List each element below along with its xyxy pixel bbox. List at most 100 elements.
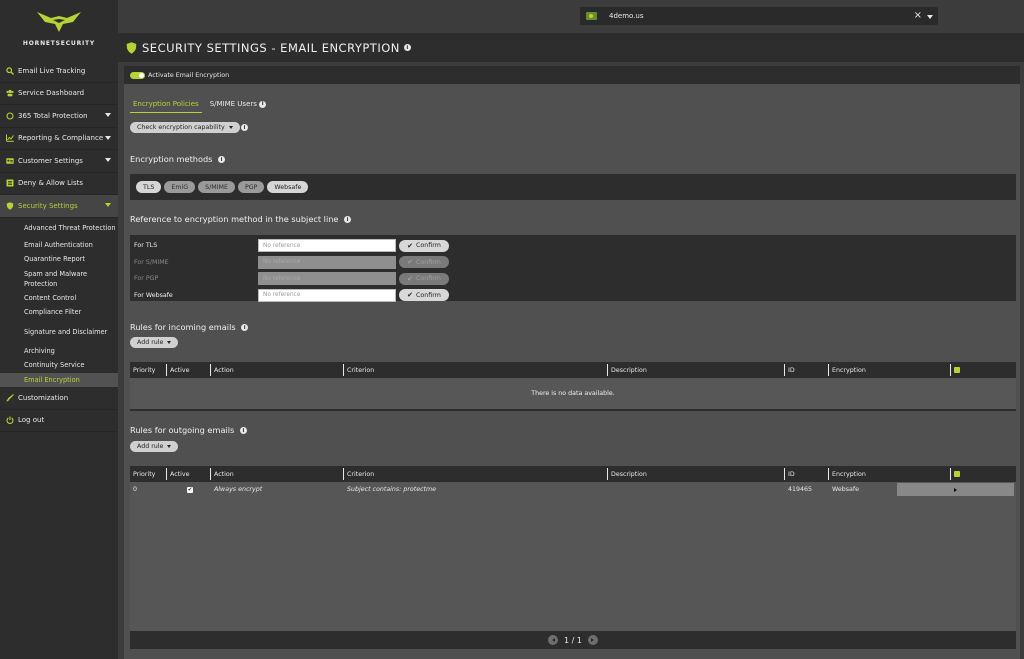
subject-input-tls[interactable]: No reference — [258, 239, 396, 252]
confirm-label: Confirm — [416, 242, 441, 249]
submenu-item-compliance-filter[interactable]: Compliance Filter — [0, 305, 118, 320]
table-settings-icon[interactable] — [954, 367, 960, 373]
subject-row-smime: For S/MIME No reference ✔ Confirm — [134, 255, 464, 269]
column-header-id[interactable]: ID — [785, 364, 829, 376]
info-icon[interactable]: i — [239, 427, 247, 434]
column-header-priority[interactable]: Priority — [130, 364, 167, 376]
submenu-item-content-control[interactable]: Content Control — [0, 291, 118, 306]
sidebar-item-label: Email Live Tracking — [18, 66, 86, 75]
active-checkbox[interactable]: ✔ — [187, 486, 193, 493]
method-chip-smime[interactable]: S/MIME — [198, 181, 235, 193]
subject-input-smime[interactable]: No reference — [258, 255, 396, 269]
submenu-item-continuity-service[interactable]: Continuity Service — [0, 358, 118, 373]
page-title: SECURITY SETTINGS - EMAIL ENCRYPTION — [142, 40, 400, 55]
outgoing-rules-title: Rules for outgoing emails i — [130, 425, 247, 435]
circle-icon — [6, 112, 14, 120]
row-expand-button[interactable] — [897, 483, 1014, 496]
top-bar: 4demo.us × — [118, 0, 1024, 33]
sidebar: HORNETSECURITY Email Live Tracking Servi… — [0, 0, 118, 659]
hornetsecurity-logo[interactable]: HORNETSECURITY — [0, 0, 118, 60]
column-settings[interactable] — [951, 364, 991, 376]
chevron-down-icon[interactable] — [105, 113, 111, 117]
table-header: Priority Active Action Criterion Descrip… — [130, 466, 1016, 482]
page-indicator: 1 / 1 — [564, 635, 582, 645]
info-icon[interactable]: i — [241, 124, 248, 131]
column-settings[interactable] — [951, 468, 991, 480]
column-header-description[interactable]: Description — [608, 364, 785, 376]
activate-toggle[interactable] — [130, 71, 145, 79]
column-header-description[interactable]: Description — [608, 468, 785, 480]
id-card-icon — [6, 157, 14, 165]
column-header-action[interactable]: Action — [211, 468, 344, 480]
next-page-button[interactable] — [587, 635, 598, 645]
sidebar-item-email-live-tracking[interactable]: Email Live Tracking — [0, 60, 118, 83]
add-incoming-rule-button[interactable]: Add rule — [130, 337, 179, 348]
confirm-button-pgp[interactable]: ✔ Confirm — [399, 272, 449, 285]
tab-smime-users[interactable]: S/MIME Users i — [207, 98, 269, 113]
add-outgoing-rule-button[interactable]: Add rule — [130, 441, 179, 452]
method-chip-websafe[interactable]: Websafe — [267, 181, 309, 193]
tenant-selector[interactable]: 4demo.us × — [580, 7, 938, 25]
table-row[interactable]: 0 ✔ Always encrypt Subject contains: pro… — [130, 482, 1016, 497]
sidebar-item-label: Customization — [18, 393, 69, 402]
shield-icon — [126, 41, 137, 54]
tab-encryption-policies[interactable]: Encryption Policies — [130, 98, 202, 113]
confirm-button-tls[interactable]: ✔ Confirm — [399, 239, 449, 252]
submenu-item-spam-malware-protection[interactable]: Spam and Malware Protection — [0, 267, 118, 291]
chevron-down-icon[interactable] — [927, 15, 933, 19]
column-header-active[interactable]: Active — [167, 468, 211, 480]
submenu-item-email-authentication[interactable]: Email Authentication — [0, 238, 118, 253]
column-header-encryption[interactable]: Encryption — [829, 364, 951, 376]
incoming-rules-table: Priority Active Action Criterion Descrip… — [130, 362, 1016, 411]
column-header-criterion[interactable]: Criterion — [344, 468, 608, 480]
sidebar-item-label: 365 Total Protection — [18, 111, 88, 120]
column-header-encryption[interactable]: Encryption — [829, 468, 951, 480]
close-icon[interactable]: × — [914, 10, 922, 21]
method-chip-pgp[interactable]: PGP — [237, 181, 265, 193]
sidebar-item-365-total-protection[interactable]: 365 Total Protection — [0, 105, 118, 128]
column-header-active[interactable]: Active — [167, 364, 211, 376]
method-chip-tls[interactable]: TLS — [136, 181, 162, 193]
play-icon — [954, 487, 957, 492]
submenu-item-signature-disclaimer[interactable]: Signature and Disclaimer — [0, 320, 118, 344]
info-icon[interactable]: i — [259, 100, 267, 108]
table-settings-icon[interactable] — [954, 471, 960, 477]
column-header-criterion[interactable]: Criterion — [344, 364, 608, 376]
check-icon: ✔ — [407, 291, 414, 299]
sidebar-item-security-settings[interactable]: Security Settings — [0, 195, 118, 218]
previous-page-button[interactable] — [548, 635, 559, 645]
sidebar-item-log-out[interactable]: Log out — [0, 410, 118, 432]
main-content: Activate Email Encryption Encryption Pol… — [124, 66, 1020, 659]
cell-description — [608, 482, 785, 497]
confirm-button-websafe[interactable]: ✔ Confirm — [399, 289, 449, 301]
subject-input-pgp[interactable]: No reference — [258, 272, 396, 285]
method-chip-emig[interactable]: EmiG — [164, 181, 196, 193]
sidebar-item-deny-allow-lists[interactable]: Deny & Allow Lists — [0, 173, 118, 195]
sidebar-item-reporting-compliance[interactable]: Reporting & Compliance — [0, 128, 118, 150]
subject-row-pgp: For PGP No reference ✔ Confirm — [134, 272, 464, 285]
column-header-priority[interactable]: Priority — [130, 468, 167, 480]
subject-input-websafe[interactable]: No reference — [258, 288, 396, 302]
chevron-down-icon[interactable] — [105, 135, 111, 140]
info-icon[interactable]: i — [218, 156, 226, 163]
column-header-action[interactable]: Action — [211, 364, 344, 376]
info-icon[interactable]: i — [241, 324, 249, 331]
column-header-id[interactable]: ID — [785, 468, 829, 480]
confirm-button-smime[interactable]: ✔ Confirm — [399, 256, 449, 268]
chevron-down-icon[interactable] — [105, 158, 111, 162]
submenu-item-quarantine-report[interactable]: Quarantine Report — [0, 252, 118, 267]
info-icon[interactable]: i — [344, 216, 352, 223]
incoming-rules-title: Rules for incoming emails i — [130, 322, 249, 332]
sidebar-item-customer-settings[interactable]: Customer Settings — [0, 150, 118, 173]
submenu-item-archiving[interactable]: Archiving — [0, 344, 118, 359]
submenu-item-advanced-threat-protection[interactable]: Advanced Threat Protection — [0, 218, 118, 238]
sidebar-item-label: Deny & Allow Lists — [18, 179, 83, 188]
search-icon — [6, 67, 14, 75]
check-capability-button[interactable]: Check encryption capability — [130, 122, 240, 133]
info-icon[interactable]: i — [403, 44, 411, 51]
sidebar-item-service-dashboard[interactable]: Service Dashboard — [0, 83, 118, 105]
sidebar-item-customization[interactable]: Customization — [0, 387, 118, 410]
chevron-down-icon[interactable] — [105, 203, 111, 207]
cell-id: 419465 — [788, 486, 813, 493]
submenu-item-email-encryption[interactable]: Email Encryption — [0, 372, 118, 387]
